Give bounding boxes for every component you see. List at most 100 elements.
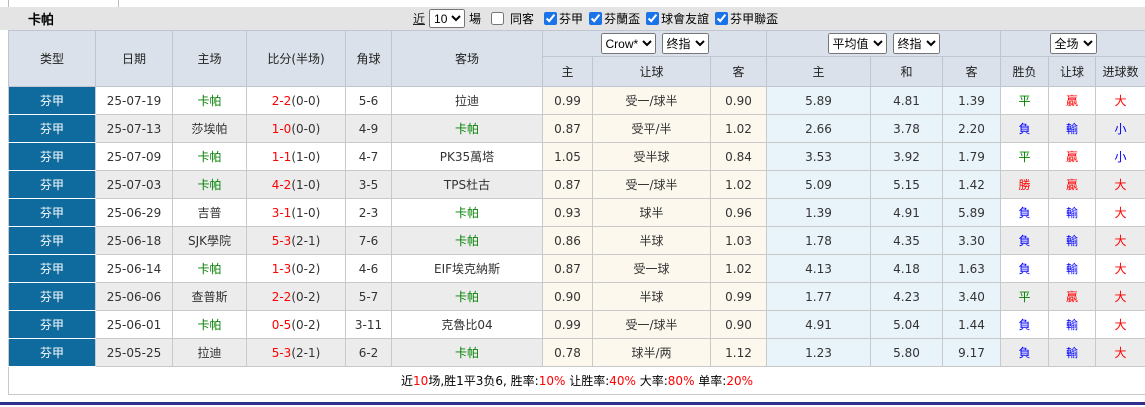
result-cell: 負 bbox=[1000, 338, 1050, 367]
odds-away-cell: 0.96 bbox=[709, 198, 768, 227]
summary-stat-value: 20% bbox=[726, 374, 753, 388]
home-team-cell: 吉普 bbox=[172, 198, 247, 227]
avg-away-cell: 3.30 bbox=[942, 226, 1002, 255]
table-row: 芬甲 25-07-13 莎埃帕 1-0(0-0) 4-9 卡帕 0.87 受平/半 1.02 2.… bbox=[8, 114, 1145, 143]
handicap-result-cell: 贏 bbox=[1048, 170, 1097, 199]
date-cell: 25-06-18 bbox=[95, 226, 173, 255]
score-cell: 0-5(0-2) bbox=[246, 310, 346, 339]
filter-bar: 近 10 場 同客 芬甲 芬蘭盃 球會友誼 芬甲聯盃 bbox=[413, 7, 778, 30]
goals-result-cell: 大 bbox=[1095, 338, 1145, 367]
handicap-cell: 受一/球半 bbox=[592, 310, 711, 339]
league-checkbox-label: 球會友誼 bbox=[661, 12, 710, 26]
scope-select-cell: 全场 bbox=[1000, 30, 1145, 57]
odds-home-cell: 0.93 bbox=[542, 198, 593, 227]
goals-result-cell: 大 bbox=[1095, 226, 1145, 255]
away-team-cell: 克魯比04 bbox=[391, 310, 543, 339]
date-cell: 25-06-29 bbox=[95, 198, 173, 227]
result-cell: 平 bbox=[1000, 282, 1050, 311]
handicap-result-cell: 輸 bbox=[1048, 114, 1097, 143]
goals-result-cell: 小 bbox=[1095, 114, 1145, 143]
corner-cell: 7-6 bbox=[345, 226, 392, 255]
handicap-result-cell: 贏 bbox=[1048, 86, 1097, 115]
scope-select[interactable]: 全场 bbox=[1049, 33, 1097, 54]
avg-draw-cell: 5.04 bbox=[870, 310, 944, 339]
full-time-score: 1-0 bbox=[271, 121, 292, 136]
summary-stat-value: 10% bbox=[538, 374, 566, 388]
avg-home-cell: 4.13 bbox=[766, 254, 872, 283]
half-time-score: (0-2) bbox=[291, 317, 321, 332]
average-select[interactable]: 平均值 bbox=[827, 33, 887, 54]
avg-home-cell: 4.91 bbox=[766, 310, 872, 339]
recent-link[interactable]: 近 bbox=[413, 10, 425, 27]
table-row: 芬甲 25-07-19 卡帕 2-2(0-0) 5-6 拉迪 0.99 受一/球半 0.90 5.… bbox=[8, 86, 1145, 115]
league-checkbox[interactable] bbox=[589, 12, 603, 25]
score-cell: 1-3(0-2) bbox=[246, 254, 346, 283]
subcol-result: 胜负 bbox=[1000, 56, 1050, 87]
handicap-cell: 受一球 bbox=[592, 254, 711, 283]
table-row: 芬甲 25-06-18 SJK學院 5-3(2-1) 7-6 卡帕 0.86 半球 1.03 1.… bbox=[8, 226, 1145, 255]
handicap-cell: 半球 bbox=[592, 226, 711, 255]
avg-draw-cell: 3.92 bbox=[870, 142, 944, 171]
league-cell: 芬甲 bbox=[8, 170, 96, 199]
table-row: 芬甲 25-06-06 查普斯 2-2(0-2) 5-7 卡帕 0.90 半球 0.99 1.77… bbox=[8, 282, 1145, 311]
league-checkbox[interactable] bbox=[715, 12, 729, 25]
summary-text: 场,胜1平3负6, 胜率: bbox=[428, 374, 539, 388]
avg-home-cell: 1.39 bbox=[766, 198, 872, 227]
odds-away-cell: 1.02 bbox=[709, 254, 768, 283]
table-row: 芬甲 25-07-09 卡帕 1-1(1-0) 4-7 PK35萬塔 1.05 受半球 0.84… bbox=[8, 142, 1145, 171]
full-time-score: 2-2 bbox=[271, 289, 292, 304]
summary-row: 近10场,胜1平3负6, 胜率:10% 让胜率:40% 大率:80% 单率:20… bbox=[7, 366, 1145, 395]
score-cell: 2-2(0-2) bbox=[246, 282, 346, 311]
result-cell: 負 bbox=[1000, 226, 1050, 255]
summary-text: 单率: bbox=[694, 374, 727, 388]
home-team-cell: 卡帕 bbox=[172, 310, 247, 339]
average-select-cell: 平均值 终指 bbox=[766, 30, 1002, 57]
title-bar: 卡帕 近 10 場 同客 芬甲 芬蘭盃 球會友誼 芬甲聯盃 bbox=[0, 7, 1145, 30]
home-team-cell: 卡帕 bbox=[172, 142, 247, 171]
subcol-avg-away: 客 bbox=[942, 56, 1002, 87]
same-away-checkbox[interactable] bbox=[491, 12, 505, 25]
goals-result-cell: 大 bbox=[1095, 170, 1145, 199]
goals-result-cell: 大 bbox=[1095, 86, 1145, 115]
away-team-cell: TPS杜古 bbox=[391, 170, 543, 199]
away-team-cell: 卡帕 bbox=[391, 338, 543, 367]
recent-count-select[interactable]: 10 bbox=[429, 9, 466, 28]
avg-away-cell: 3.40 bbox=[942, 282, 1002, 311]
odds-away-cell: 0.99 bbox=[709, 282, 768, 311]
col-header-home: 主场 bbox=[172, 30, 247, 87]
handicap-result-cell: 贏 bbox=[1048, 142, 1097, 171]
final-index-select-2[interactable]: 终指 bbox=[892, 33, 940, 54]
goals-result-cell: 大 bbox=[1095, 310, 1145, 339]
league-cell: 芬甲 bbox=[8, 114, 96, 143]
avg-draw-cell: 4.91 bbox=[870, 198, 944, 227]
handicap-cell: 球半/两 bbox=[592, 338, 711, 367]
odds-away-cell: 1.02 bbox=[709, 114, 768, 143]
handicap-result-cell: 輸 bbox=[1048, 226, 1097, 255]
subcol-away: 客 bbox=[709, 56, 768, 87]
odds-home-cell: 0.86 bbox=[542, 226, 593, 255]
avg-draw-cell: 4.18 bbox=[870, 254, 944, 283]
avg-home-cell: 3.53 bbox=[766, 142, 872, 171]
date-cell: 25-05-25 bbox=[95, 338, 173, 367]
odds-away-cell: 1.02 bbox=[709, 170, 768, 199]
summary-text: 让胜率: bbox=[565, 374, 610, 388]
final-index-select-1[interactable]: 终指 bbox=[661, 33, 709, 54]
home-team-cell: 卡帕 bbox=[172, 170, 247, 199]
bookmaker-select[interactable]: Crow* bbox=[600, 33, 656, 54]
odds-home-cell: 0.90 bbox=[542, 282, 593, 311]
league-cell: 芬甲 bbox=[8, 338, 96, 367]
score-cell: 4-2(1-0) bbox=[246, 170, 346, 199]
full-time-score: 5-3 bbox=[271, 233, 292, 248]
handicap-cell: 受一/球半 bbox=[592, 170, 711, 199]
result-cell: 負 bbox=[1000, 114, 1050, 143]
match-history-table: 类型 日期 主场 比分(半场) 角球 客场 Crow* 终指 平均值 终指 全场 主… bbox=[7, 30, 1145, 395]
goals-result-cell: 大 bbox=[1095, 198, 1145, 227]
avg-away-cell: 1.63 bbox=[942, 254, 1002, 283]
home-team-cell: 拉迪 bbox=[172, 338, 247, 367]
summary-stat-value: 10 bbox=[413, 374, 429, 388]
result-cell: 負 bbox=[1000, 310, 1050, 339]
col-header-score: 比分(半场) bbox=[246, 30, 346, 87]
league-checkbox[interactable] bbox=[646, 12, 660, 25]
avg-home-cell: 1.78 bbox=[766, 226, 872, 255]
league-checkbox[interactable] bbox=[544, 12, 558, 25]
